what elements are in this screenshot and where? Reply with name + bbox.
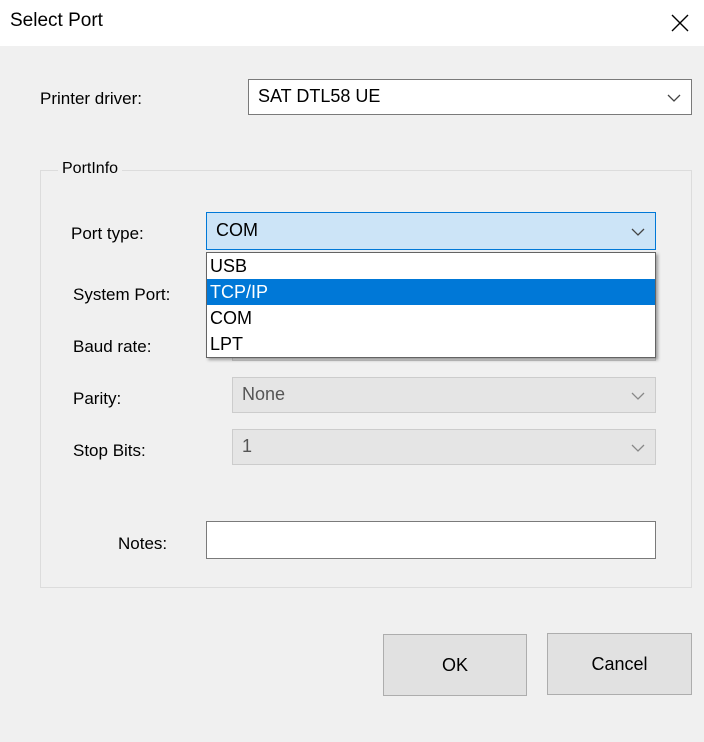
port-type-select[interactable]: COM [206,212,656,250]
select-port-dialog: Select Port Printer driver: SAT DTL58 UE… [0,0,704,742]
port-type-option-usb[interactable]: USB [207,253,655,279]
system-port-label: System Port: [73,285,171,304]
stop-bits-value: 1 [242,436,253,456]
baud-rate-label: Baud rate: [73,337,152,356]
chevron-down-icon [631,392,645,400]
cancel-button[interactable]: Cancel [547,633,692,695]
chevron-down-icon [631,228,645,236]
parity-value: None [242,384,286,404]
port-type-option-tcpip[interactable]: TCP/IP [207,279,655,305]
chevron-down-icon [667,94,681,102]
title-bar: Select Port [0,0,704,46]
port-type-dropdown-list: USB TCP/IP COM LPT [206,252,656,358]
chevron-down-icon [631,444,645,452]
stop-bits-label: Stop Bits: [73,441,146,460]
port-type-option-lpt[interactable]: LPT [207,331,655,357]
port-type-label: Port type: [71,224,144,243]
parity-select[interactable]: None [232,377,656,413]
port-type-option-com[interactable]: COM [207,305,655,331]
port-type-value: COM [216,220,258,240]
parity-label: Parity: [73,389,122,408]
dialog-title: Select Port [10,10,103,31]
notes-input[interactable] [206,521,656,559]
close-button[interactable] [656,0,704,46]
printer-driver-value: SAT DTL58 UE [258,86,381,106]
printer-driver-label: Printer driver: [40,89,143,108]
stop-bits-select[interactable]: 1 [232,429,656,465]
ok-button[interactable]: OK [383,634,527,696]
port-info-group-label: PortInfo [58,160,123,178]
printer-driver-select[interactable]: SAT DTL58 UE [248,79,692,115]
notes-label: Notes: [118,534,168,553]
close-icon [671,14,689,32]
